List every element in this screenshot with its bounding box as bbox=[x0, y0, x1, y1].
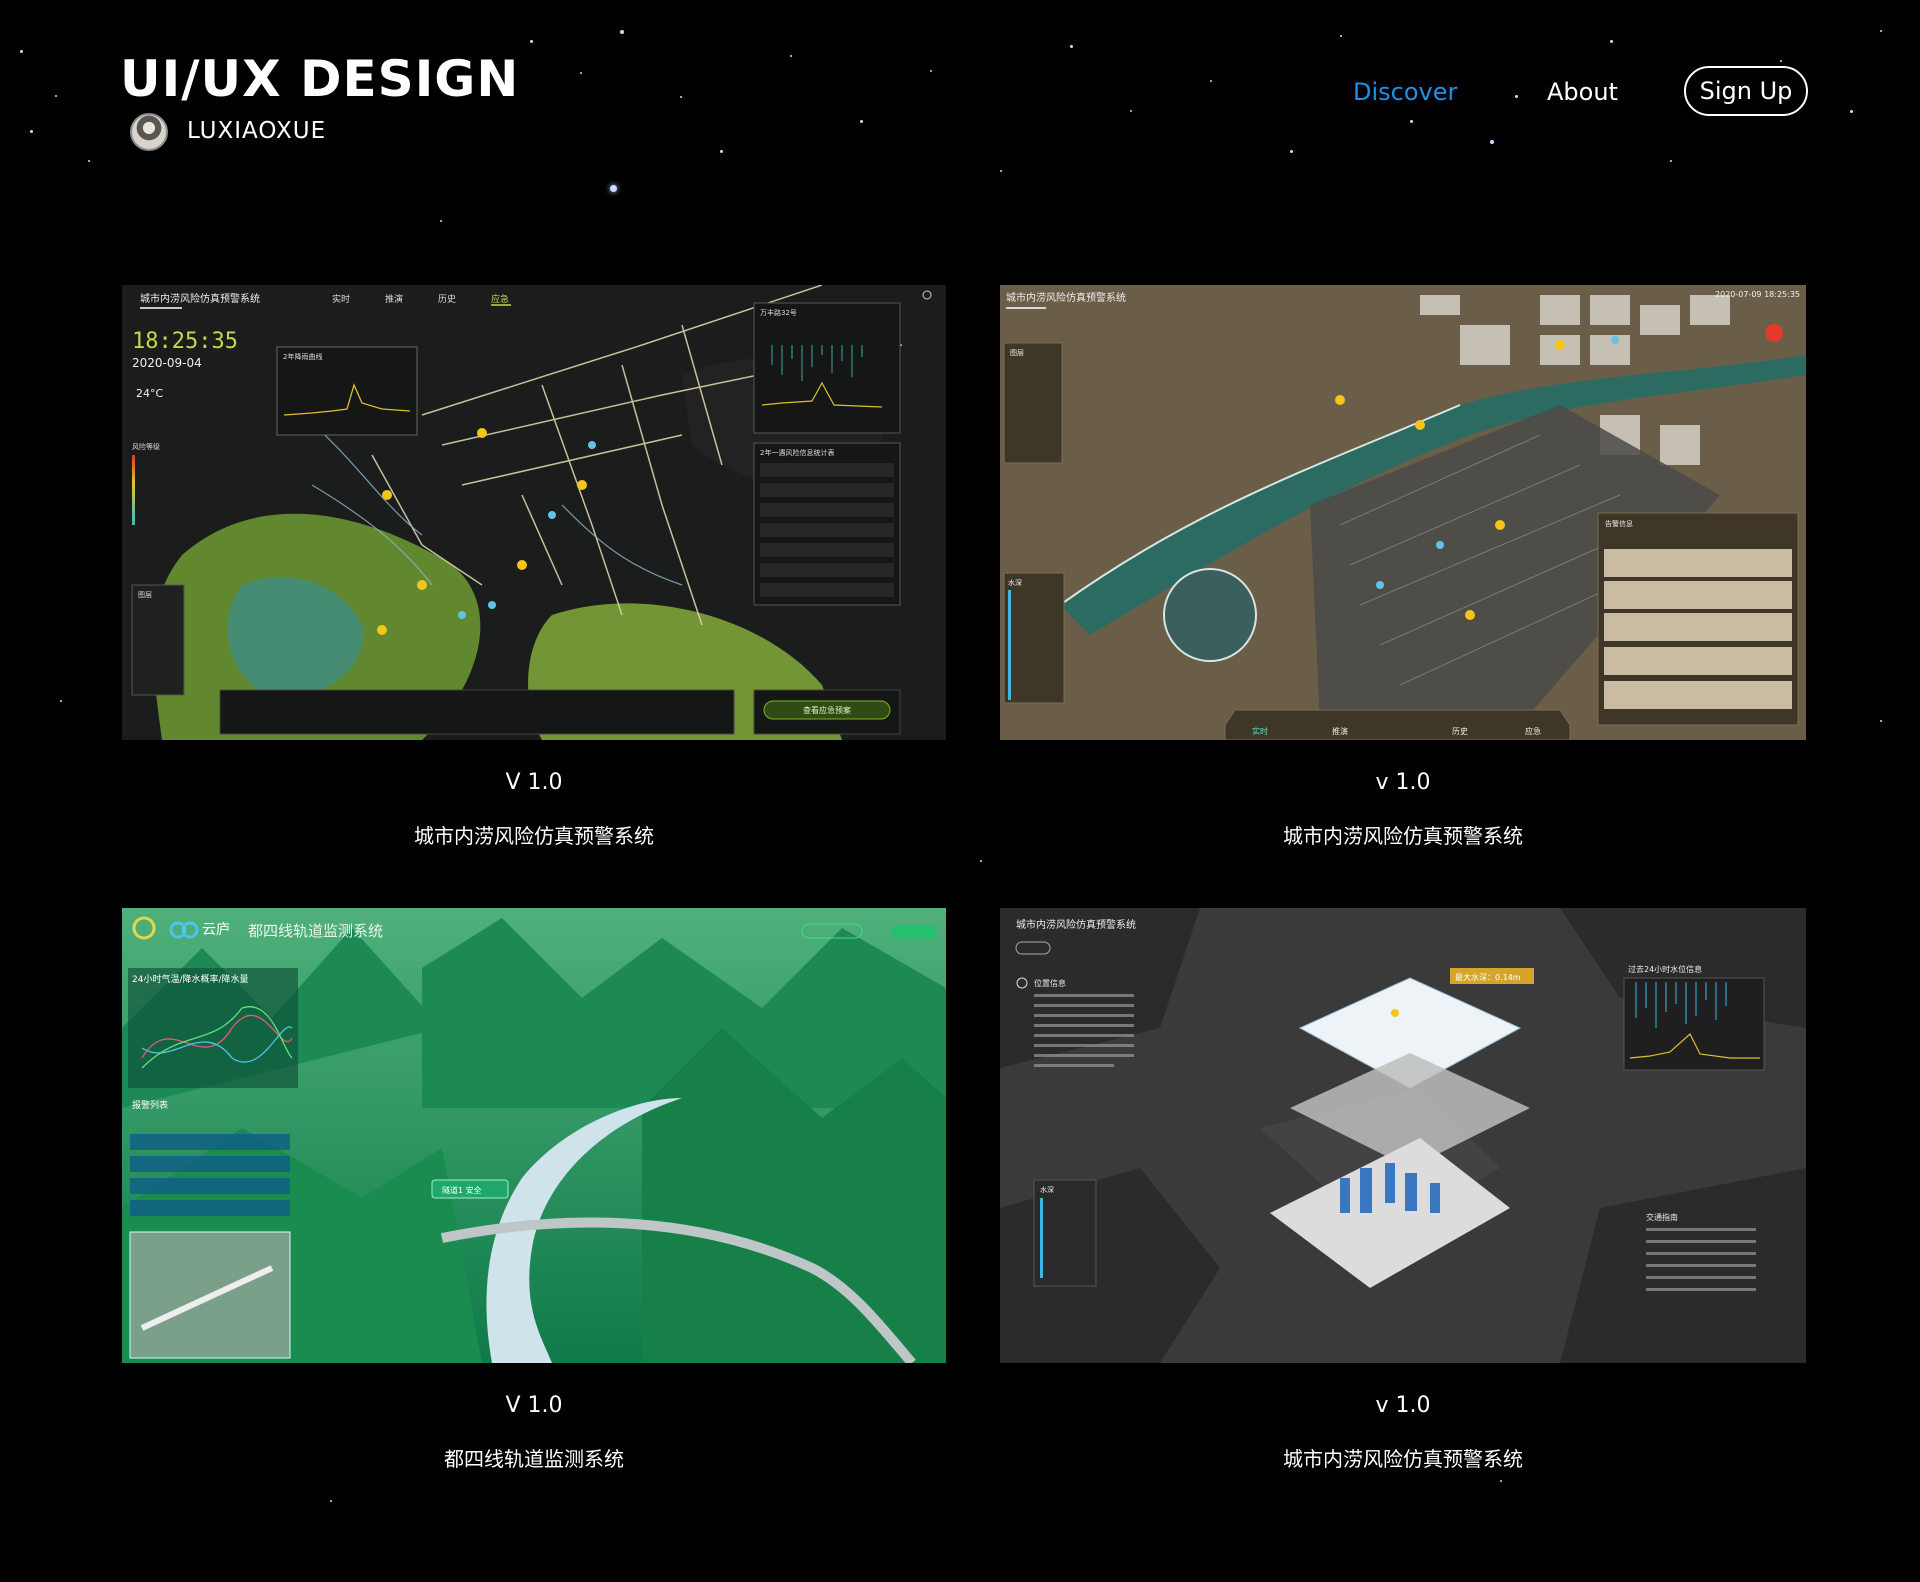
nav-discover-link[interactable]: Discover bbox=[1353, 78, 1457, 106]
risk-table-title: 2年一遇风险信息统计表 bbox=[760, 448, 834, 457]
depth-legend-title: 水深 bbox=[1008, 578, 1022, 587]
avatar[interactable] bbox=[130, 113, 168, 151]
bottom-tab-bar bbox=[1224, 709, 1571, 740]
depth-legend-bar bbox=[1040, 1198, 1043, 1278]
layers-title: 图层 bbox=[138, 591, 152, 599]
project-version: V 1.0 bbox=[505, 1393, 563, 1418]
nav-about-link[interactable]: About bbox=[1547, 78, 1618, 106]
project-thumbnail-2[interactable]: 城市内涝风险仿真预警系统 2020-07-09 18:25:35 图层 水深 告… bbox=[1000, 285, 1806, 740]
tab-simulation[interactable]: 推演 bbox=[1332, 726, 1348, 736]
risk-table-rows bbox=[760, 463, 894, 597]
alert-list bbox=[1604, 549, 1792, 709]
tab-realtime[interactable]: 实时 bbox=[332, 293, 350, 305]
location-title: 位置信息 bbox=[1034, 978, 1066, 988]
timeline-bar bbox=[219, 689, 735, 735]
tab-emergency[interactable]: 应急 bbox=[491, 293, 509, 305]
project-thumbnail-3[interactable]: 云庐 都四线轨道监测系统 24小时气温/降水概率/降水量 报警列表 隧道1 安全 bbox=[122, 908, 946, 1363]
tab-realtime[interactable]: 实时 bbox=[1252, 726, 1268, 736]
alert-title: 告警信息 bbox=[1605, 519, 1633, 528]
monitor-panel bbox=[753, 302, 901, 434]
depth-legend-title: 水深 bbox=[1040, 1185, 1054, 1194]
risk-legend-title: 风险等级 bbox=[132, 442, 160, 451]
max-depth-label: 最大水深：0.14m bbox=[1455, 972, 1521, 982]
water-chart-title: 过去24小时水位信息 bbox=[1628, 964, 1702, 974]
depth-legend-bar bbox=[1008, 590, 1011, 700]
alarm-list-title: 报警列表 bbox=[132, 1099, 168, 1111]
max-depth-marker[interactable] bbox=[1391, 1009, 1399, 1017]
system-name: 城市内涝风险仿真预警系统 bbox=[140, 292, 260, 305]
system-name: 都四线轨道监测系统 bbox=[248, 922, 383, 940]
project-thumbnail-4[interactable]: 最大水深：0.14m 城市内涝风险仿真预警系统 位置信息 过去24小时水位信息 bbox=[1000, 908, 1806, 1363]
traffic-guide-title: 交通指南 bbox=[1646, 1212, 1678, 1222]
project-version: v 1.0 bbox=[1375, 1393, 1431, 1418]
tab-history[interactable]: 历史 bbox=[1452, 726, 1468, 736]
layers-panel bbox=[131, 584, 185, 696]
tab-emergency[interactable]: 应急 bbox=[1525, 726, 1541, 736]
depth-legend-panel bbox=[1033, 1179, 1097, 1287]
system-name: 城市内涝风险仿真预警系统 bbox=[1006, 291, 1126, 304]
site-title: UI/UX DESIGN bbox=[120, 50, 520, 108]
risk-legend-bar bbox=[132, 455, 135, 525]
project-title[interactable]: 城市内涝风险仿真预警系统 bbox=[991, 820, 1815, 849]
view-emergency-plan-label: 查看应急预案 bbox=[803, 705, 851, 715]
project-thumbnail-1[interactable]: 城市内涝风险仿真预警系统 实时 推演 历史 应急 18:25:35 2020-0… bbox=[122, 285, 946, 740]
layers-title: 图层 bbox=[1010, 349, 1024, 357]
status-badge bbox=[892, 926, 936, 938]
author-name[interactable]: LUXIAOXUE bbox=[187, 118, 326, 144]
tab-history[interactable]: 历史 bbox=[438, 293, 456, 305]
clock-time: 18:25:35 bbox=[132, 329, 238, 354]
tab-simulation[interactable]: 推演 bbox=[385, 293, 403, 305]
system-name: 城市内涝风险仿真预警系统 bbox=[1016, 918, 1136, 931]
layers-panel bbox=[1003, 342, 1063, 464]
project-version: v 1.0 bbox=[1375, 770, 1431, 795]
tunnel-status-label: 隧道1 安全 bbox=[442, 1185, 482, 1195]
alarm-icon[interactable] bbox=[1765, 324, 1783, 342]
rain-chart-title: 2年降雨曲线 bbox=[283, 352, 322, 361]
reservoir bbox=[1163, 568, 1257, 662]
sign-up-button[interactable]: Sign Up bbox=[1684, 66, 1808, 116]
project-title[interactable]: 都四线轨道监测系统 bbox=[122, 1443, 946, 1472]
project-title[interactable]: 城市内涝风险仿真预警系统 bbox=[991, 1443, 1815, 1472]
brand-name: 云庐 bbox=[202, 922, 230, 938]
monitor-location: 万丰路32号 bbox=[760, 308, 797, 317]
project-version: V 1.0 bbox=[505, 770, 563, 795]
weather-title: 24小时气温/降水概率/降水量 bbox=[132, 973, 249, 985]
temperature: 24°C bbox=[136, 387, 163, 400]
depth-legend-panel bbox=[1003, 572, 1065, 704]
project-title[interactable]: 城市内涝风险仿真预警系统 bbox=[122, 820, 946, 849]
clock-date: 2020-09-04 bbox=[132, 356, 202, 370]
datetime: 2020-07-09 18:25:35 bbox=[1715, 290, 1800, 299]
